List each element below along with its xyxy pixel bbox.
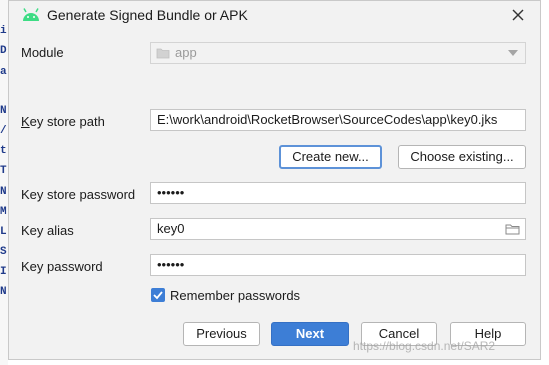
checkmark-icon	[153, 291, 163, 300]
module-value: app	[175, 45, 197, 60]
code-letter: N	[0, 286, 7, 298]
module-dropdown[interactable]: app	[150, 42, 526, 64]
code-letter: /	[0, 125, 7, 137]
code-letter: S	[0, 246, 7, 258]
code-letter: N	[0, 105, 7, 117]
watermark-text: https://blog.csdn.net/SAR2	[353, 339, 496, 353]
key-store-path-value: E:\work\android\RocketBrowser\SourceCode…	[157, 112, 498, 127]
key-alias-value: key0	[157, 221, 185, 236]
remember-passwords-checkbox[interactable]	[151, 288, 165, 302]
choose-existing-button[interactable]: Choose existing...	[398, 145, 526, 169]
dialog-titlebar: Generate Signed Bundle or APK	[9, 1, 540, 31]
key-password-label: Key password	[21, 259, 103, 274]
module-label: Module	[21, 45, 64, 60]
code-letter: N	[0, 186, 7, 198]
code-letter: T	[0, 165, 7, 177]
next-button[interactable]: Next	[271, 322, 349, 346]
folder-module-icon	[156, 48, 170, 59]
previous-button[interactable]: Previous	[183, 322, 260, 346]
key-store-password-field[interactable]: ••••••	[150, 182, 526, 204]
code-letter: t	[0, 145, 7, 157]
code-letter: i	[0, 25, 7, 37]
dialog-title: Generate Signed Bundle or APK	[47, 7, 248, 23]
close-icon[interactable]	[509, 6, 527, 24]
key-store-password-value: ••••••	[157, 185, 185, 200]
create-new-button[interactable]: Create new...	[279, 145, 382, 169]
background-code-gutter: i D a N / t T N M L S I N	[0, 0, 8, 365]
key-store-path-label: Key store path	[21, 114, 105, 129]
key-store-path-label-rest: ey store path	[29, 114, 105, 129]
key-alias-label: Key alias	[21, 223, 74, 238]
chevron-down-icon	[508, 50, 518, 56]
folder-browse-icon[interactable]	[505, 223, 520, 235]
key-password-value: ••••••	[157, 257, 185, 272]
code-letter: L	[0, 226, 7, 238]
remember-passwords-label: Remember passwords	[170, 288, 301, 303]
key-store-password-label: Key store password	[21, 187, 136, 202]
key-password-field[interactable]: ••••••	[150, 254, 526, 276]
code-letter: a	[0, 66, 7, 78]
code-letter: D	[0, 45, 7, 57]
android-icon	[23, 8, 39, 21]
key-alias-field[interactable]: key0	[150, 218, 526, 240]
key-store-path-field[interactable]: E:\work\android\RocketBrowser\SourceCode…	[150, 109, 526, 131]
code-letter: M	[0, 206, 7, 218]
code-letter: I	[0, 266, 7, 278]
generate-signed-bundle-dialog: Generate Signed Bundle or APK Module app…	[8, 0, 541, 360]
